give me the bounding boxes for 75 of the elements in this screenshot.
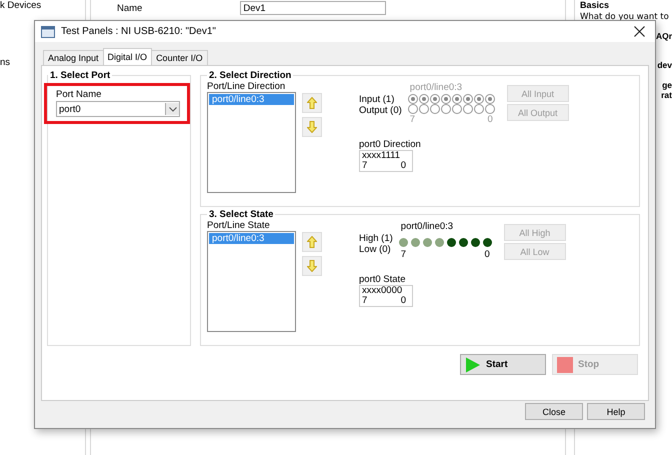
- radio-button[interactable]: [484, 94, 495, 104]
- radio-button[interactable]: [462, 94, 473, 104]
- arrow-up-icon: [307, 97, 317, 109]
- readout-label: port0 State: [359, 274, 406, 285]
- name-field[interactable]: Dev1: [240, 1, 386, 15]
- line-list[interactable]: port0/line0:3: [207, 231, 296, 332]
- arrow-up-icon: [307, 236, 317, 248]
- close-icon[interactable]: [634, 26, 645, 37]
- bit-index: 7: [362, 161, 368, 171]
- move-down-button[interactable]: [302, 117, 322, 137]
- help-heading: ge: [662, 80, 672, 90]
- start-button[interactable]: Start: [460, 354, 546, 375]
- move-up-button[interactable]: [302, 232, 322, 252]
- bit-index: 0: [400, 161, 406, 171]
- line-list[interactable]: port0/line0:3: [207, 92, 296, 193]
- sidebar-text: k Devices: [0, 0, 42, 11]
- bit-index: 7: [362, 296, 368, 306]
- radio-button[interactable]: [462, 104, 473, 114]
- group-title: 3. Select State: [208, 209, 274, 220]
- radio-button[interactable]: [430, 104, 440, 114]
- radio-button[interactable]: [484, 104, 495, 114]
- port-dropdown[interactable]: port0: [56, 101, 180, 117]
- radio-button[interactable]: [440, 104, 451, 114]
- radio-button[interactable]: [430, 94, 440, 104]
- radio-button[interactable]: [452, 104, 462, 114]
- dialog-button[interactable]: Close: [525, 403, 583, 420]
- window-title: Test Panels : NI USB-6210: "Dev1": [61, 26, 217, 37]
- level-label: High (1): [359, 233, 393, 244]
- stop-icon: [557, 356, 573, 372]
- dialog-button[interactable]: Help: [587, 403, 645, 420]
- bit-index: 7: [410, 114, 416, 125]
- tab[interactable]: Analog Input: [43, 50, 104, 65]
- radio-button[interactable]: [418, 104, 429, 114]
- readout-value: xxxx1111: [362, 150, 400, 161]
- radio-button[interactable]: [474, 104, 484, 114]
- list-item[interactable]: port0/line0:3: [209, 233, 294, 244]
- group-title: 1. Select Port: [49, 70, 112, 81]
- tab[interactable]: Digital I/O: [102, 48, 152, 65]
- help-heading: AQr: [656, 31, 672, 41]
- radio-button[interactable]: [474, 94, 484, 104]
- radio-button[interactable]: [408, 94, 418, 104]
- radio-button[interactable]: [418, 94, 429, 104]
- list-item[interactable]: port0/line0:3: [209, 94, 294, 105]
- radio-button[interactable]: [440, 94, 451, 104]
- move-down-button[interactable]: [302, 256, 322, 276]
- chevron-down-icon: [168, 106, 176, 112]
- line-label: port0/line0:3: [408, 81, 464, 94]
- radio-button[interactable]: [452, 94, 462, 104]
- name-label: Name: [117, 2, 142, 14]
- help-heading: rat: [661, 90, 672, 100]
- sidebar-text: ns: [0, 57, 10, 68]
- bit-index: 0: [400, 296, 406, 306]
- window-icon: [41, 26, 55, 38]
- level-label: Low (0): [359, 244, 392, 255]
- help-text: What do you want to: [580, 12, 669, 22]
- move-up-button[interactable]: [302, 93, 322, 113]
- bit-index: 7: [400, 249, 406, 260]
- readout-value: xxxx0000: [362, 285, 402, 296]
- bit-index: 0: [484, 249, 490, 260]
- level-label: Output (0): [359, 105, 402, 116]
- help-heading: dev: [657, 60, 672, 70]
- line-label: port0/line0:3: [400, 220, 454, 233]
- radio-button[interactable]: [408, 104, 418, 114]
- group-title: 2. Select Direction: [208, 70, 292, 81]
- arrow-down-icon: [307, 260, 317, 272]
- list-label: Port/Line State: [207, 220, 271, 231]
- section-heading: Basics: [580, 0, 610, 10]
- level-label: Input (1): [359, 94, 396, 105]
- tab[interactable]: Counter I/O: [151, 50, 208, 65]
- arrow-down-icon: [307, 121, 317, 133]
- play-icon: [465, 356, 481, 372]
- list-label: Port/Line Direction: [207, 81, 286, 92]
- readout-label: port0 Direction: [359, 139, 422, 150]
- field-label: Port Name: [56, 89, 102, 100]
- bit-index: 0: [487, 114, 493, 125]
